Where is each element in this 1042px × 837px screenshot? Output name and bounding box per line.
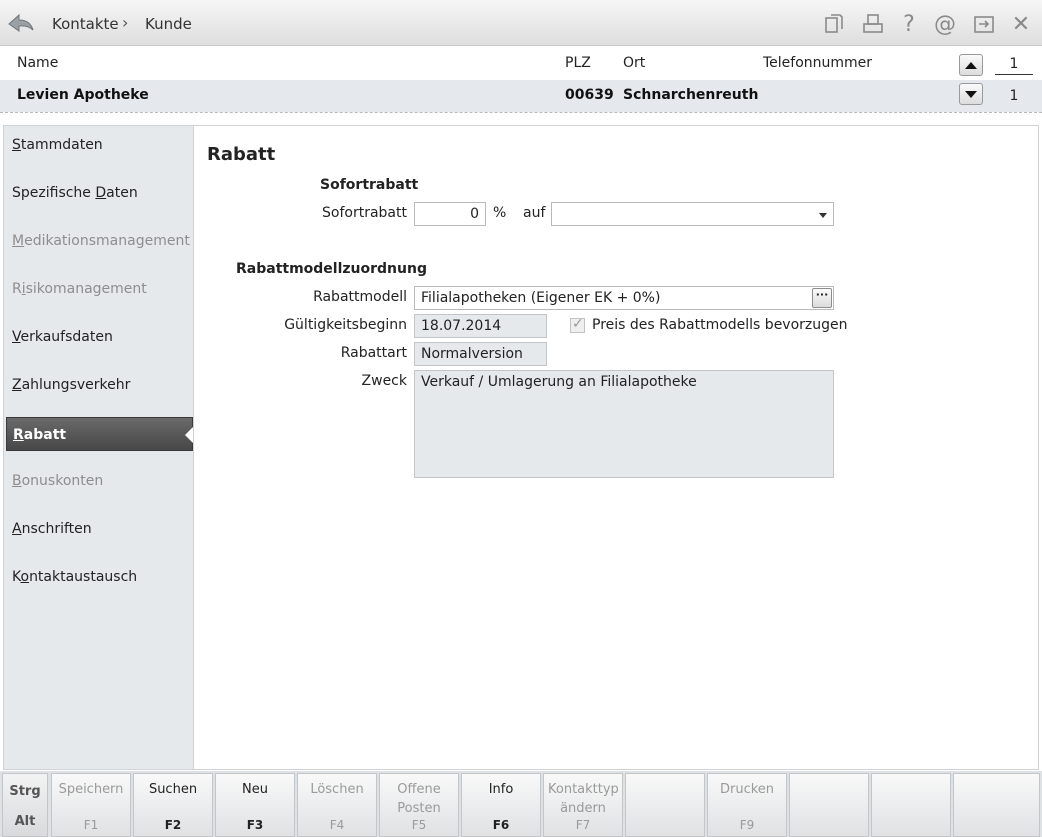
rabattmodell-label: Rabattmodell [313,289,407,305]
close-icon[interactable]: ✕ [1008,11,1034,37]
function-key-bar: Strg Alt Speichern F1 Suchen F2 Neu F3 Lösc… [0,771,1042,837]
sidebar-item-spezifische-daten[interactable]: Spezifische Daten [12,185,138,201]
record-count: 1 [1009,88,1019,104]
sidebar: Stammdaten Spezifische Daten Medikations… [3,125,194,770]
rabattart-field: Normalversion [414,342,547,366]
zweck-label: Zweck [361,373,407,389]
section-rabattmodellzuordnung: Rabattmodellzuordnung [236,261,427,277]
loeschen-button[interactable]: Löschen F4 [297,773,377,837]
breadcrumb-kunde: Kunde [145,15,192,33]
kontakttyp-aendern-button[interactable]: Kontakttyp ändern F7 [543,773,623,837]
breadcrumb-separator: › [122,13,129,32]
arrow-down-icon [965,90,977,98]
percent-unit: % [493,205,507,221]
main-panel: Rabatt Sofortrabatt Sofortrabatt 0 % auf… [194,125,1039,770]
header-ort[interactable]: Ort [623,55,645,71]
section-sofortrabatt: Sofortrabatt [320,177,419,193]
sofortrabatt-label: Sofortrabatt [322,205,407,221]
fkey-f8-button[interactable] [625,773,705,837]
title-bar: Kontakte › Kunde ? @ ✕ [0,0,1042,46]
chevron-down-icon [819,213,827,218]
help-icon[interactable]: ? [896,11,922,37]
at-icon[interactable]: @ [932,11,958,37]
contact-list-header: Name PLZ Ort Telefonnummer 1 [0,46,1042,80]
header-plz[interactable]: PLZ [565,55,591,71]
sidebar-item-rabatt[interactable]: Rabatt [6,417,193,451]
sidebar-item-bonuskonten: Bonuskonten [12,473,104,489]
print-icon[interactable] [860,11,886,37]
sidebar-item-medikationsmanagement: Medikationsmanagement [12,233,190,249]
document-icon[interactable] [821,11,847,37]
gueltigkeitsbeginn-label: Gültigkeitsbeginn [284,317,407,333]
speichern-button[interactable]: Speichern F1 [51,773,131,837]
offene-posten-button[interactable]: Offene Posten F5 [379,773,459,837]
zweck-textarea: Verkauf / Umlagerung an Filialapotheke [414,370,834,478]
fkey-f12-button[interactable] [953,773,1040,837]
fkey-f11-button[interactable] [871,773,951,837]
divider [0,112,1042,113]
drucken-button[interactable]: Drucken F9 [707,773,787,837]
row-ort: Schnarchenreuth [623,87,759,103]
ellipsis-button[interactable]: ··· [812,288,832,308]
export-icon[interactable] [971,11,997,37]
mod-alt: Alt [14,814,36,829]
sidebar-item-zahlungsverkehr[interactable]: Zahlungsverkehr [12,377,130,393]
mod-strg: Strg [9,784,41,799]
rabattart-label: Rabattart [340,345,407,361]
header-name[interactable]: Name [17,55,58,71]
fkey-f10-button[interactable] [789,773,869,837]
gueltigkeitsbeginn-field: 18.07.2014 [414,314,547,338]
back-arrow-icon[interactable] [6,10,36,36]
info-button[interactable]: Info F6 [461,773,541,837]
scroll-up-button[interactable] [959,54,983,76]
scroll-down-button[interactable] [959,83,983,105]
row-name: Levien Apotheke [17,87,149,103]
row-plz: 00639 [565,87,614,103]
auf-select[interactable] [551,202,834,226]
sidebar-item-stammdaten[interactable]: Stammdaten [12,137,103,153]
suchen-button[interactable]: Suchen F2 [133,773,213,837]
auf-label: auf [523,205,546,221]
arrow-up-icon [965,61,977,69]
sidebar-item-verkaufsdaten[interactable]: Verkaufsdaten [12,329,113,345]
neu-button[interactable]: Neu F3 [215,773,295,837]
preis-bevorzugen-label: Preis des Rabattmodells bevorzugen [592,317,848,333]
sidebar-item-anschriften[interactable]: Anschriften [12,521,92,537]
rabattmodell-field[interactable]: Filialapotheken (Eigener EK + 0%) ··· [414,286,834,310]
rabattmodell-value: Filialapotheken (Eigener EK + 0%) [421,290,661,306]
header-telefon[interactable]: Telefonnummer [763,55,872,71]
preis-bevorzugen-checkbox [570,316,585,333]
record-position: 1 [995,56,1033,75]
sofortrabatt-input[interactable]: 0 [414,202,486,226]
modifier-key[interactable]: Strg Alt [2,773,48,837]
sidebar-item-kontaktaustausch[interactable]: Kontaktaustausch [12,569,137,585]
breadcrumb-kontakte[interactable]: Kontakte [52,15,119,33]
table-row[interactable]: Levien Apotheke 00639 Schnarchenreuth 1 [0,80,1042,112]
page-title: Rabatt [207,144,276,165]
sidebar-item-risikomanagement: Risikomanagement [12,281,147,297]
